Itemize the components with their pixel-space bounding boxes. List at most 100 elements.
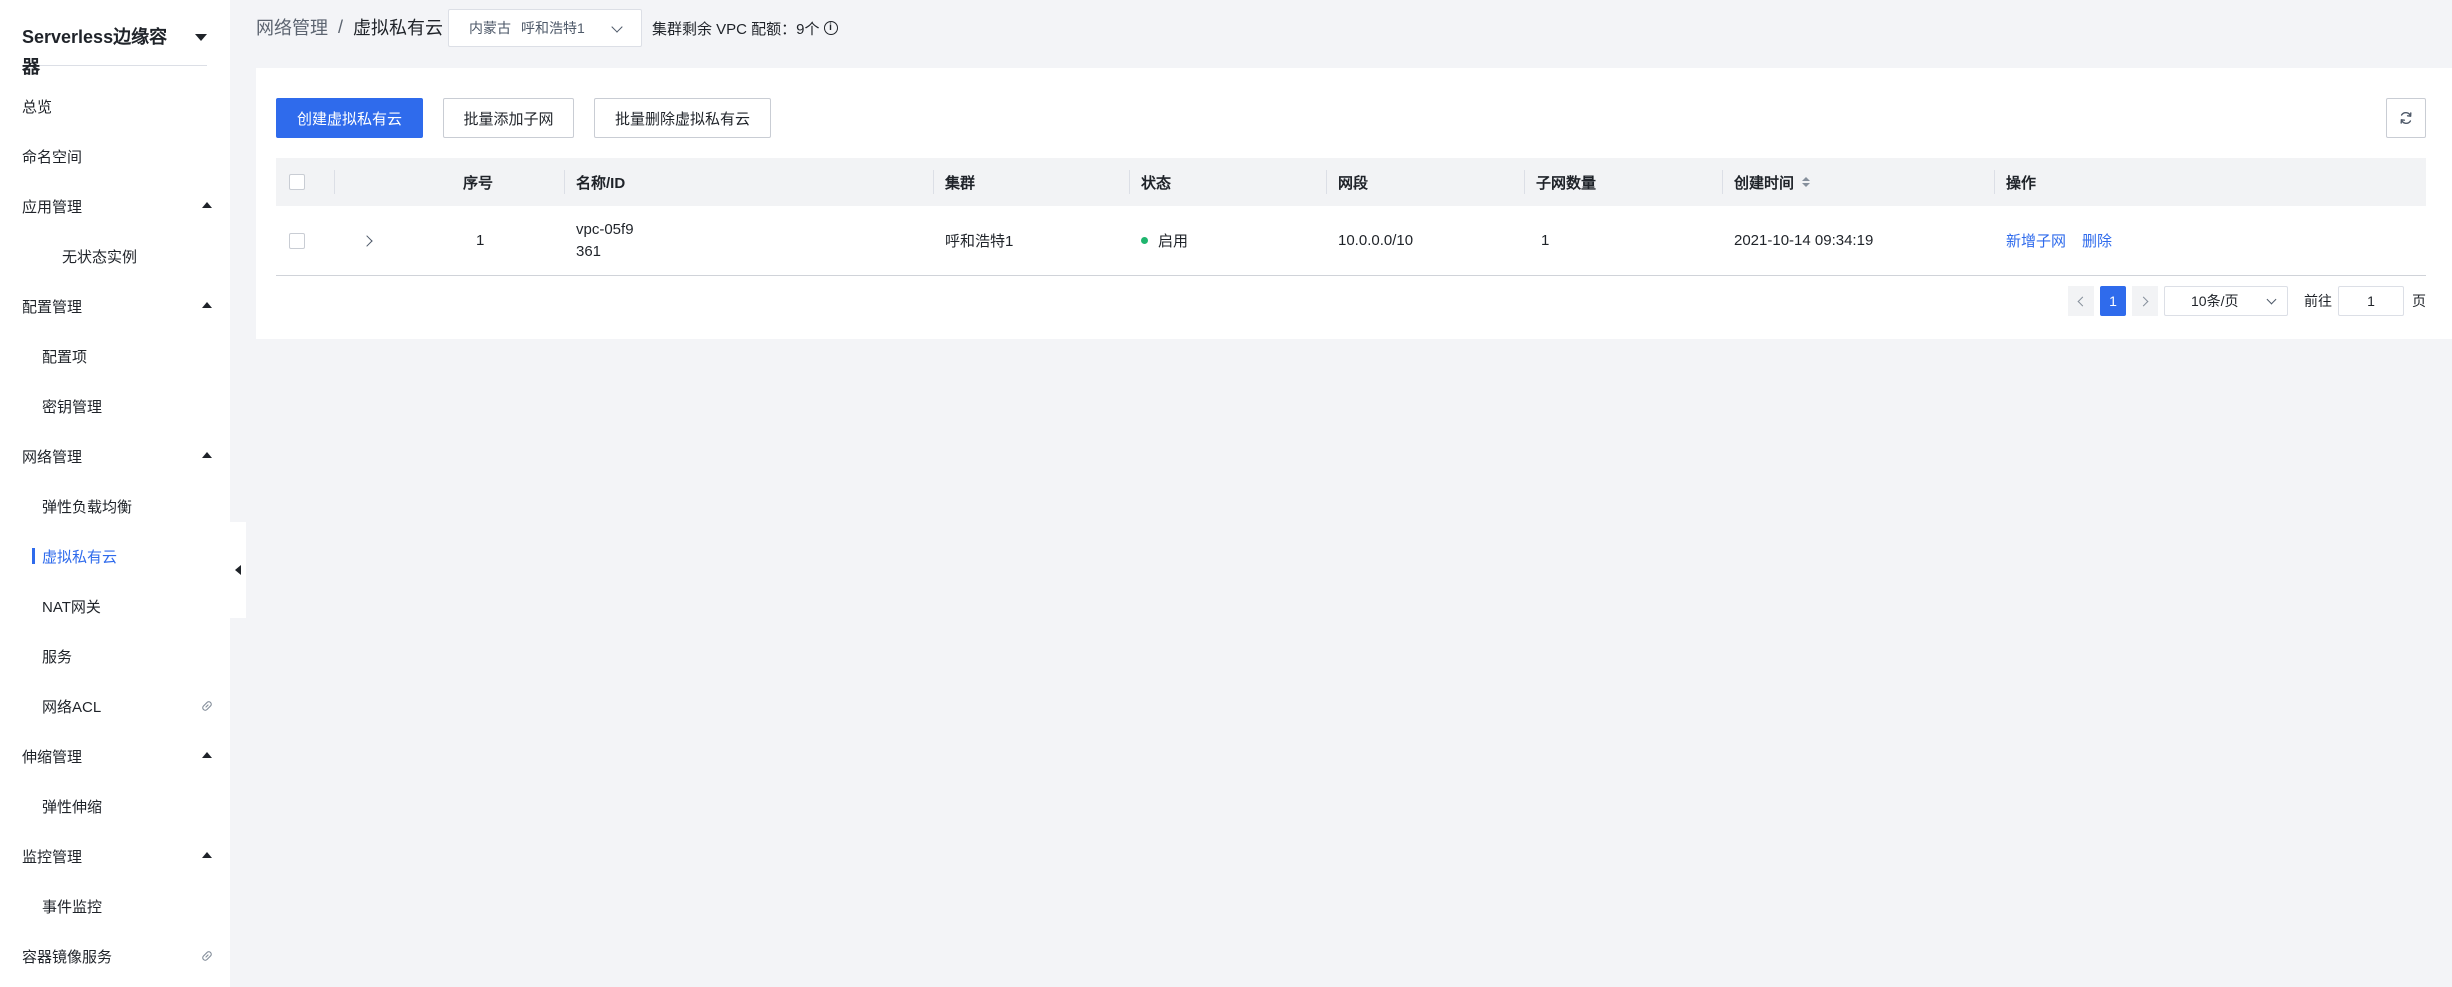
sidebar-group-config-management[interactable]: 配置管理 xyxy=(0,281,230,331)
sidebar-item-container-registry[interactable]: 容器镜像服务 xyxy=(0,931,230,981)
caret-up-icon xyxy=(202,752,212,758)
page-size-select[interactable]: 10条/页 xyxy=(2164,286,2288,316)
column-divider xyxy=(564,170,565,194)
sidebar-item-label: 密钥管理 xyxy=(42,398,103,416)
row-cidr: 10.0.0.0/10 xyxy=(1338,232,1414,249)
chevron-right-icon xyxy=(2138,296,2149,306)
sidebar-item-stateless-instance[interactable]: 无状态实例 xyxy=(0,231,230,281)
sidebar-item-label: NAT网关 xyxy=(42,598,101,616)
sort-icon[interactable] xyxy=(1802,177,1811,187)
sidebar-item-service[interactable]: 服务 xyxy=(0,631,230,681)
row-created-at: 2021-10-14 09:34:19 xyxy=(1734,232,1874,249)
sidebar-item-label: 配置项 xyxy=(42,348,88,366)
add-subnet-link[interactable]: 新增子网 xyxy=(2006,230,2066,251)
status-enabled-dot xyxy=(1141,237,1148,244)
sidebar-item-secret-management[interactable]: 密钥管理 xyxy=(0,381,230,431)
column-divider xyxy=(933,170,934,194)
sidebar-item-elb[interactable]: 弹性负载均衡 xyxy=(0,481,230,531)
vpc-table: 序号 名称/ID 集群 状态 网段 子网数量 创建时间 操作 1 vpc-05f… xyxy=(276,158,2426,276)
goto-page-input[interactable] xyxy=(2338,286,2404,316)
column-divider xyxy=(1994,170,1995,194)
column-divider xyxy=(1722,170,1723,194)
sidebar-group-network-management[interactable]: 网络管理 xyxy=(0,431,230,481)
row-index: 1 xyxy=(476,232,485,249)
sidebar-item-label: 总览 xyxy=(22,98,53,116)
column-divider xyxy=(1129,170,1130,194)
delete-link[interactable]: 删除 xyxy=(2082,230,2112,251)
sidebar: Serverless边缘容器 总览 命名空间 应用管理 无状态实例 配置管理 配… xyxy=(0,0,230,987)
select-all-checkbox[interactable] xyxy=(289,174,305,190)
batch-add-subnet-button[interactable]: 批量添加子网 xyxy=(443,98,574,138)
caret-down-icon xyxy=(195,34,207,41)
sidebar-item-label: 网络管理 xyxy=(22,448,83,466)
sidebar-item-event-monitoring[interactable]: 事件监控 xyxy=(0,881,230,931)
chevron-down-icon xyxy=(2266,294,2277,305)
pagination: 1 10条/页 前往 页 xyxy=(2068,286,2426,316)
caret-left-icon xyxy=(235,565,241,575)
page-size-value: 10条/页 xyxy=(2191,293,2239,309)
expand-row-icon[interactable] xyxy=(361,234,373,247)
sidebar-item-vpc[interactable]: 虚拟私有云 xyxy=(0,531,230,581)
row-actions: 新增子网 删除 xyxy=(2006,206,2128,275)
table-header: 序号 名称/ID 集群 状态 网段 子网数量 创建时间 操作 xyxy=(276,158,2426,206)
caret-up-icon xyxy=(202,202,212,208)
status-label: 启用 xyxy=(1158,233,1189,250)
sidebar-item-label: 网络ACL xyxy=(42,698,102,716)
sidebar-item-overview[interactable]: 总览 xyxy=(0,81,230,131)
sidebar-item-autoscaling[interactable]: 弹性伸缩 xyxy=(0,781,230,831)
row-checkbox[interactable] xyxy=(289,232,305,249)
caret-up-icon xyxy=(202,302,212,308)
external-link-icon xyxy=(202,701,212,711)
next-page-button[interactable] xyxy=(2132,286,2158,316)
sidebar-collapse-toggle[interactable] xyxy=(230,522,246,618)
row-subnet-count: 1 xyxy=(1541,232,1550,249)
chevron-left-icon xyxy=(2077,296,2088,306)
sidebar-item-label: 无状态实例 xyxy=(62,248,138,266)
sidebar-group-monitoring[interactable]: 监控管理 xyxy=(0,831,230,881)
info-icon[interactable]: i xyxy=(823,21,838,35)
sidebar-group-app-management[interactable]: 应用管理 xyxy=(0,181,230,231)
column-divider xyxy=(1326,170,1327,194)
cluster-select[interactable]: 内蒙古 呼和浩特1 xyxy=(448,9,642,47)
sidebar-item-label: 事件监控 xyxy=(42,898,103,916)
sidebar-item-label: 应用管理 xyxy=(22,198,83,216)
quota-text: 集群剩余 VPC 配额：9个 xyxy=(652,20,820,38)
vpc-list-card: 创建虚拟私有云 批量添加子网 批量删除虚拟私有云 序号 名称/ID 集群 状态 … xyxy=(256,68,2452,339)
vpc-quota: 集群剩余 VPC 配额：9个 i xyxy=(652,17,838,39)
cluster-name: 呼和浩特1 xyxy=(521,20,585,36)
column-header-cidr: 网段 xyxy=(1338,174,1369,192)
sidebar-item-label: 伸缩管理 xyxy=(22,748,83,766)
column-header-created-at[interactable]: 创建时间 xyxy=(1734,158,1811,206)
row-cluster: 呼和浩特1 xyxy=(945,233,1014,250)
batch-delete-vpc-button[interactable]: 批量删除虚拟私有云 xyxy=(594,98,771,138)
sidebar-item-namespace[interactable]: 命名空间 xyxy=(0,131,230,181)
sidebar-item-label: 弹性伸缩 xyxy=(42,798,103,816)
row-status: 启用 xyxy=(1141,206,1188,275)
sidebar-group-scaling-management[interactable]: 伸缩管理 xyxy=(0,731,230,781)
prev-page-button[interactable] xyxy=(2068,286,2094,316)
column-header-name-id: 名称/ID xyxy=(576,174,626,192)
sidebar-item-label: 服务 xyxy=(42,648,73,666)
vpc-name-line1: vpc-05f9 xyxy=(576,220,634,238)
page-suffix: 页 xyxy=(2412,293,2426,309)
column-divider xyxy=(1524,170,1525,194)
column-header-cluster: 集群 xyxy=(945,174,976,192)
refresh-button[interactable] xyxy=(2386,98,2426,138)
sidebar-item-label: 配置管理 xyxy=(22,298,83,316)
sidebar-item-label: 弹性负载均衡 xyxy=(42,498,133,516)
sidebar-item-config-items[interactable]: 配置项 xyxy=(0,331,230,381)
sidebar-item-nat-gateway[interactable]: NAT网关 xyxy=(0,581,230,631)
create-vpc-button[interactable]: 创建虚拟私有云 xyxy=(276,98,423,138)
page-title: 虚拟私有云 xyxy=(353,18,444,38)
caret-up-icon xyxy=(202,852,212,858)
column-header-label: 创建时间 xyxy=(1734,174,1795,192)
sidebar-item-network-acl[interactable]: 网络ACL xyxy=(0,681,230,731)
breadcrumb-parent[interactable]: 网络管理 xyxy=(256,14,328,40)
active-indicator xyxy=(32,548,35,564)
product-switcher[interactable]: Serverless边缘容器 xyxy=(22,22,207,77)
caret-up-icon xyxy=(202,452,212,458)
vpc-name-line2: 361 xyxy=(576,242,602,260)
column-header-index: 序号 xyxy=(463,174,494,192)
breadcrumb: 网络管理 / 虚拟私有云 xyxy=(256,13,443,41)
page-number-current[interactable]: 1 xyxy=(2100,286,2126,316)
